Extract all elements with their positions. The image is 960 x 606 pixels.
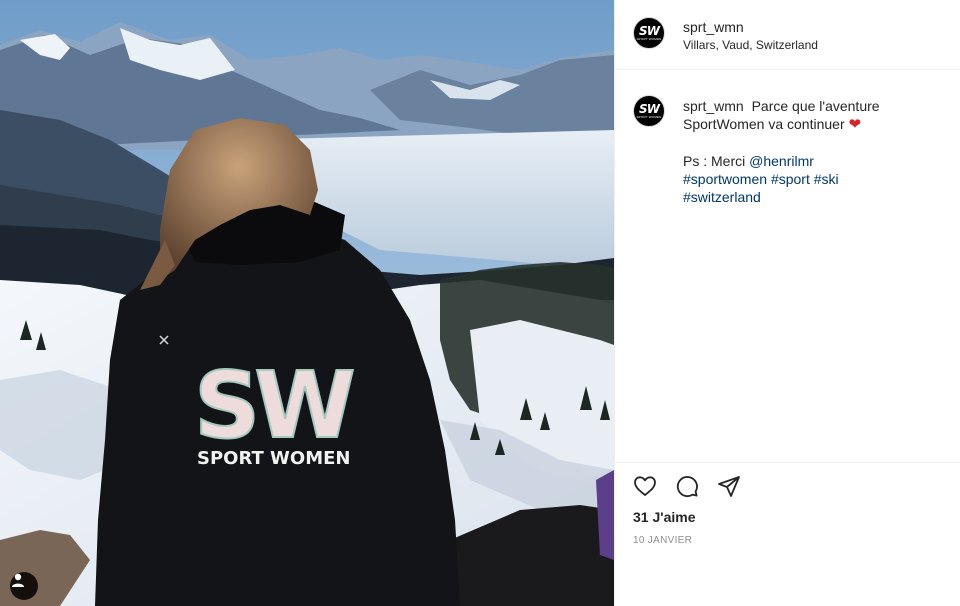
share-button[interactable] <box>715 472 743 500</box>
avatar-monogram: SW <box>639 24 660 38</box>
hashtag-link[interactable]: #sportwomen <box>683 171 767 187</box>
avatar-subtext: SPORT WOMEN <box>636 37 662 41</box>
post-photo[interactable]: SW SPORT WOMEN <box>0 0 614 606</box>
caption-ps: Ps : Merci @henrilmr <box>683 152 943 170</box>
caption-ps-prefix: Ps : Merci <box>683 153 746 169</box>
caption-mention[interactable]: @henrilmr <box>749 153 814 169</box>
post-date: 10 JANVIER <box>633 535 693 546</box>
user-icon <box>12 573 24 587</box>
avatar-subtext: SPORT WOMEN <box>636 115 662 119</box>
avatar[interactable]: SW SPORT WOMEN <box>633 17 665 49</box>
post-actions-section <box>615 462 960 606</box>
jacket-print: SW SPORT WOMEN <box>193 351 360 469</box>
post-side-panel: SW SPORT WOMEN sprt_wmn Villars, Vaud, S… <box>614 0 960 606</box>
avatar-monogram: SW <box>639 102 660 116</box>
likes-count[interactable]: 31 J'aime <box>633 509 696 525</box>
header-username[interactable]: sprt_wmn <box>683 19 744 35</box>
hashtag-link[interactable]: #switzerland <box>683 189 761 205</box>
speech-bubble-icon <box>676 476 698 498</box>
jacket-brand-text: SPORT WOMEN <box>197 448 350 469</box>
like-button[interactable] <box>631 472 659 500</box>
hashtag-link[interactable]: #ski <box>814 171 839 187</box>
caption-avatar[interactable]: SW SPORT WOMEN <box>633 95 665 127</box>
post-header: SW SPORT WOMEN sprt_wmn Villars, Vaud, S… <box>615 0 960 70</box>
paper-plane-icon <box>718 476 740 497</box>
photo-scene: SW SPORT WOMEN <box>0 0 614 606</box>
heart-outline-icon <box>634 476 656 496</box>
caption-username[interactable]: sprt_wmn <box>683 98 744 114</box>
caption-hashtags: #sportwomen #sport #ski #switzerland <box>683 170 943 206</box>
caption-first-line: sprt_wmn Parce que l'aventure SportWomen… <box>683 97 943 134</box>
post-caption: sprt_wmn Parce que l'aventure SportWomen… <box>683 97 943 206</box>
heart-emoji-icon: ❤ <box>848 116 862 133</box>
jacket-monogram: SW <box>194 352 353 459</box>
hashtag-link[interactable]: #sport <box>771 171 810 187</box>
tagged-users-button[interactable] <box>10 572 38 600</box>
comment-button[interactable] <box>673 472 701 500</box>
post-location[interactable]: Villars, Vaud, Switzerland <box>683 38 818 52</box>
